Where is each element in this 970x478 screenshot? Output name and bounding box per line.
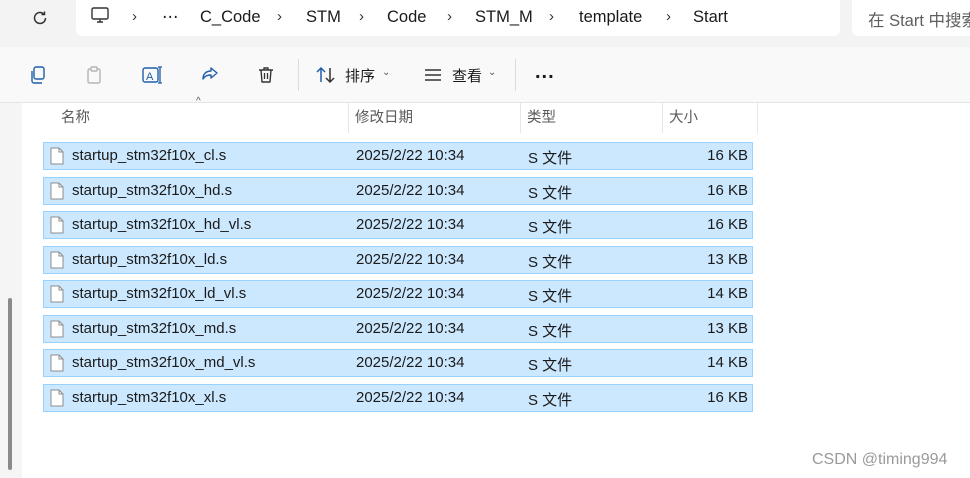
file-size: 13 KB [707, 320, 748, 337]
file-row[interactable]: startup_stm32f10x_md_vl.s 2025/2/22 10:34… [43, 349, 753, 377]
breadcrumb-separator: › [447, 8, 452, 25]
breadcrumb-item-template[interactable]: template [579, 6, 642, 28]
svg-text:A: A [146, 71, 154, 83]
file-size: 14 KB [707, 285, 748, 302]
copy-icon[interactable] [26, 63, 50, 87]
file-name: startup_stm32f10x_md_vl.s [72, 354, 256, 371]
toolbar-divider [298, 59, 299, 91]
file-icon [50, 354, 64, 372]
breadcrumb-separator: › [132, 8, 137, 25]
file-name: startup_stm32f10x_hd.s [72, 182, 233, 199]
breadcrumb-item-stm[interactable]: STM [306, 6, 341, 28]
file-icon [50, 285, 64, 303]
file-modified-date: 2025/2/22 10:34 [356, 389, 465, 406]
file-type: S 文件 [528, 392, 573, 409]
chevron-down-icon: ⌄ [382, 67, 391, 78]
search-input[interactable]: 在 Start 中搜索 [852, 0, 970, 36]
file-modified-date: 2025/2/22 10:34 [356, 285, 465, 302]
file-name: startup_stm32f10x_xl.s [72, 389, 227, 406]
file-icon [50, 216, 64, 234]
view-icon[interactable] [421, 63, 445, 87]
file-size: 14 KB [707, 354, 748, 371]
file-size: 13 KB [707, 251, 748, 268]
file-row[interactable]: startup_stm32f10x_md.s 2025/2/22 10:34 S 文… [43, 315, 753, 343]
file-row[interactable]: startup_stm32f10x_cl.s 2025/2/22 10:34 S 文… [43, 142, 753, 170]
breadcrumb-separator: › [359, 8, 364, 25]
column-divider[interactable] [757, 103, 758, 133]
view-button[interactable]: 查看 [452, 65, 482, 86]
file-modified-date: 2025/2/22 10:34 [356, 147, 465, 164]
breadcrumb-item-start[interactable]: Start [693, 6, 728, 28]
file-type: S 文件 [528, 323, 573, 340]
file-row[interactable]: startup_stm32f10x_ld.s 2025/2/22 10:34 S 文… [43, 246, 753, 274]
breadcrumb-separator: › [666, 8, 671, 25]
computer-icon[interactable] [90, 5, 110, 27]
file-modified-date: 2025/2/22 10:34 [356, 216, 465, 233]
file-size: 16 KB [707, 182, 748, 199]
file-size: 16 KB [707, 216, 748, 233]
scrollbar-thumb[interactable] [8, 298, 12, 470]
column-divider[interactable] [348, 103, 349, 133]
file-modified-date: 2025/2/22 10:34 [356, 354, 465, 371]
file-modified-date: 2025/2/22 10:34 [356, 251, 465, 268]
file-row[interactable]: startup_stm32f10x_hd.s 2025/2/22 10:34 S 文… [43, 177, 753, 205]
breadcrumb-item-code[interactable]: Code [387, 6, 426, 28]
file-row[interactable]: startup_stm32f10x_xl.s 2025/2/22 10:34 S 文… [43, 384, 753, 412]
delete-icon[interactable] [254, 63, 278, 87]
file-icon [50, 320, 64, 338]
column-divider[interactable] [520, 103, 521, 133]
column-header-date[interactable]: 修改日期 [355, 103, 413, 133]
refresh-icon[interactable] [28, 6, 52, 30]
file-icon [50, 147, 64, 165]
file-type: S 文件 [528, 219, 573, 236]
breadcrumb-separator: › [549, 8, 554, 25]
file-type: S 文件 [528, 185, 573, 202]
address-bar-area: › ⋯ C_Code › STM › Code › STM_M › templa… [0, 0, 970, 47]
sort-icon[interactable] [314, 63, 338, 87]
file-icon [50, 182, 64, 200]
sort-button[interactable]: 排序 [345, 65, 375, 86]
breadcrumb-separator: › [277, 8, 282, 25]
file-icon [50, 389, 64, 407]
column-header-name[interactable]: 名称 [61, 103, 90, 133]
file-type: S 文件 [528, 357, 573, 374]
breadcrumb-ellipsis[interactable]: ⋯ [162, 6, 179, 28]
file-name: startup_stm32f10x_cl.s [72, 147, 227, 164]
breadcrumb-item-stm-m[interactable]: STM_M [475, 6, 533, 28]
file-name: startup_stm32f10x_ld.s [72, 251, 228, 268]
file-name: startup_stm32f10x_md.s [72, 320, 237, 337]
column-header-type[interactable]: 类型 [527, 103, 556, 133]
share-icon[interactable] [198, 63, 222, 87]
file-row[interactable]: startup_stm32f10x_hd_vl.s 2025/2/22 10:34… [43, 211, 753, 239]
file-size: 16 KB [707, 147, 748, 164]
breadcrumb-item-c-code[interactable]: C_Code [200, 6, 261, 28]
file-name: startup_stm32f10x_hd_vl.s [72, 216, 252, 233]
search-placeholder: 在 Start 中搜索 [868, 12, 970, 30]
file-row[interactable]: startup_stm32f10x_ld_vl.s 2025/2/22 10:34… [43, 280, 753, 308]
paste-icon[interactable] [82, 63, 106, 87]
command-bar: A 排序 ⌄ 查看 ⌄ ... [0, 47, 970, 103]
file-type: S 文件 [528, 288, 573, 305]
column-header-size[interactable]: 大小 [669, 103, 698, 133]
column-divider[interactable] [662, 103, 663, 133]
file-name: startup_stm32f10x_ld_vl.s [72, 285, 247, 302]
file-modified-date: 2025/2/22 10:34 [356, 182, 465, 199]
file-modified-date: 2025/2/22 10:34 [356, 320, 465, 337]
breadcrumb[interactable]: › ⋯ C_Code › STM › Code › STM_M › templa… [76, 0, 840, 36]
file-size: 16 KB [707, 389, 748, 406]
chevron-down-icon: ⌄ [488, 67, 497, 78]
file-type: S 文件 [528, 254, 573, 271]
sort-ascending-icon: ^ [196, 96, 201, 107]
rename-icon[interactable]: A [140, 63, 164, 87]
more-options-button[interactable]: ... [535, 61, 555, 84]
file-icon [50, 251, 64, 269]
watermark: CSDN @timing994 [812, 451, 948, 468]
file-type: S 文件 [528, 150, 573, 167]
toolbar-divider [515, 59, 516, 91]
